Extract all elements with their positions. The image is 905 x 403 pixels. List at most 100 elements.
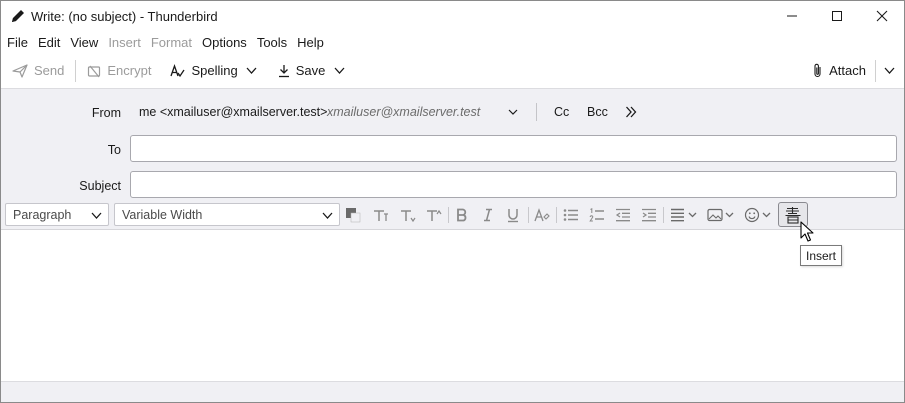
spelling-label: Spelling [191, 63, 238, 78]
attach-dropdown-button[interactable] [880, 58, 898, 84]
emoji-icon [744, 207, 771, 223]
menu-tools[interactable]: Tools [257, 35, 292, 50]
minimize-icon [786, 15, 797, 17]
from-label: From [91, 106, 121, 120]
chevron-down-icon [322, 212, 333, 219]
save-icon [278, 64, 289, 77]
italic-icon [484, 208, 492, 222]
paragraph-format-value: Paragraph [13, 207, 72, 222]
font-size-reduce-button[interactable] [397, 205, 419, 225]
attach-label: Attach [829, 63, 866, 78]
status-bar [1, 381, 904, 402]
text-color-icon [346, 208, 361, 223]
remove-formatting-icon [534, 207, 550, 221]
insert-tooltip: Insert [800, 245, 843, 266]
encrypt-label: Encrypt [107, 63, 152, 78]
title-bar: Write: (no subject) - Thunderbird [1, 1, 904, 31]
spelling-dropdown-button[interactable] [243, 58, 261, 84]
bcc-button[interactable]: Bcc [587, 105, 608, 119]
italic-button[interactable] [479, 205, 497, 225]
remove-formatting-button[interactable] [533, 205, 551, 225]
send-icon [12, 63, 28, 78]
font-size-smaller-2-icon [401, 210, 416, 223]
message-body-editor[interactable] [1, 230, 904, 381]
underline-icon [508, 208, 518, 222]
indent-icon [642, 208, 656, 222]
save-button[interactable]: Save [273, 58, 331, 84]
attach-button[interactable]: Attach [808, 58, 871, 84]
save-label: Save [295, 63, 326, 78]
spelling-icon [170, 63, 185, 77]
paperclip-icon [814, 63, 821, 78]
minimize-button[interactable] [769, 1, 814, 31]
from-dropdown-button[interactable] [505, 103, 521, 121]
maximize-button[interactable] [814, 1, 859, 31]
font-family-value: Variable Width [122, 207, 203, 222]
bulleted-list-icon [563, 209, 578, 221]
chevron-down-icon [508, 109, 518, 115]
spelling-button[interactable]: Spelling [164, 58, 242, 84]
subject-field[interactable] [130, 171, 897, 198]
close-icon [876, 10, 887, 22]
emoji-button[interactable] [743, 205, 775, 225]
menu-format[interactable]: Format [151, 35, 197, 50]
compose-window: Write: (no subject) - Thunderbird File E… [0, 0, 905, 403]
menu-edit[interactable]: Edit [38, 35, 65, 50]
smaller-font-button[interactable] [370, 205, 392, 225]
numbered-list-button[interactable] [588, 205, 606, 225]
chevron-down-icon [246, 67, 257, 74]
align-icon [671, 208, 697, 222]
format-toolbar: Paragraph Variable Width [1, 200, 904, 230]
cc-button[interactable]: Cc [554, 105, 569, 119]
chevron-down-icon [334, 67, 345, 74]
insert-image-icon [707, 208, 734, 222]
save-dropdown-button[interactable] [330, 58, 348, 84]
align-button[interactable] [669, 205, 701, 225]
bulleted-list-button[interactable] [562, 205, 580, 225]
indent-button[interactable] [640, 205, 658, 225]
format-separator [528, 207, 529, 223]
bold-button[interactable] [453, 205, 471, 225]
menu-insert[interactable]: Insert [108, 35, 146, 50]
send-label: Send [34, 63, 65, 78]
send-button[interactable]: Send [7, 58, 69, 84]
encrypt-icon [88, 65, 101, 77]
menu-help[interactable]: Help [297, 35, 329, 50]
font-size-larger-icon [427, 209, 442, 221]
mouse-pointer-icon [800, 221, 814, 242]
window-title: Write: (no subject) - Thunderbird [31, 8, 218, 24]
encrypt-button[interactable]: Encrypt [82, 58, 156, 84]
close-button[interactable] [859, 1, 904, 31]
toolbar-separator [875, 59, 876, 82]
message-header: From me <xmailuser@xmailserver.test> xma… [1, 88, 904, 202]
compose-toolbar: Send Encrypt Spelling Save Attach [1, 53, 904, 88]
format-separator [556, 207, 557, 223]
to-field[interactable] [130, 135, 897, 162]
numbered-list-icon [589, 207, 604, 221]
text-color-button[interactable] [344, 205, 362, 225]
header-separator [536, 103, 537, 121]
format-separator [448, 207, 449, 223]
insert-image-button[interactable] [706, 205, 738, 225]
chevron-down-icon [91, 212, 102, 219]
outdent-button[interactable] [614, 205, 632, 225]
menu-view[interactable]: View [70, 35, 103, 50]
underline-button[interactable] [504, 205, 522, 225]
maximize-icon [831, 11, 842, 21]
subject-label: Subject [79, 179, 121, 193]
font-size-smaller-icon [374, 210, 388, 221]
bold-icon [457, 208, 467, 222]
font-size-increase-button[interactable] [423, 205, 445, 225]
to-label: To [107, 143, 121, 157]
menu-options[interactable]: Options [202, 35, 252, 50]
chevron-down-icon [884, 67, 894, 74]
pencil-icon [1, 8, 31, 24]
toolbar-separator [75, 59, 77, 82]
outdent-icon [615, 208, 630, 222]
from-identity[interactable]: me <xmailuser@xmailserver.test> [139, 105, 327, 119]
paragraph-format-select[interactable]: Paragraph [5, 203, 109, 226]
menu-file[interactable]: File [7, 35, 33, 50]
font-family-select[interactable]: Variable Width [114, 203, 340, 226]
more-recipients-button[interactable] [622, 102, 640, 122]
double-chevron-right-icon [626, 106, 637, 118]
